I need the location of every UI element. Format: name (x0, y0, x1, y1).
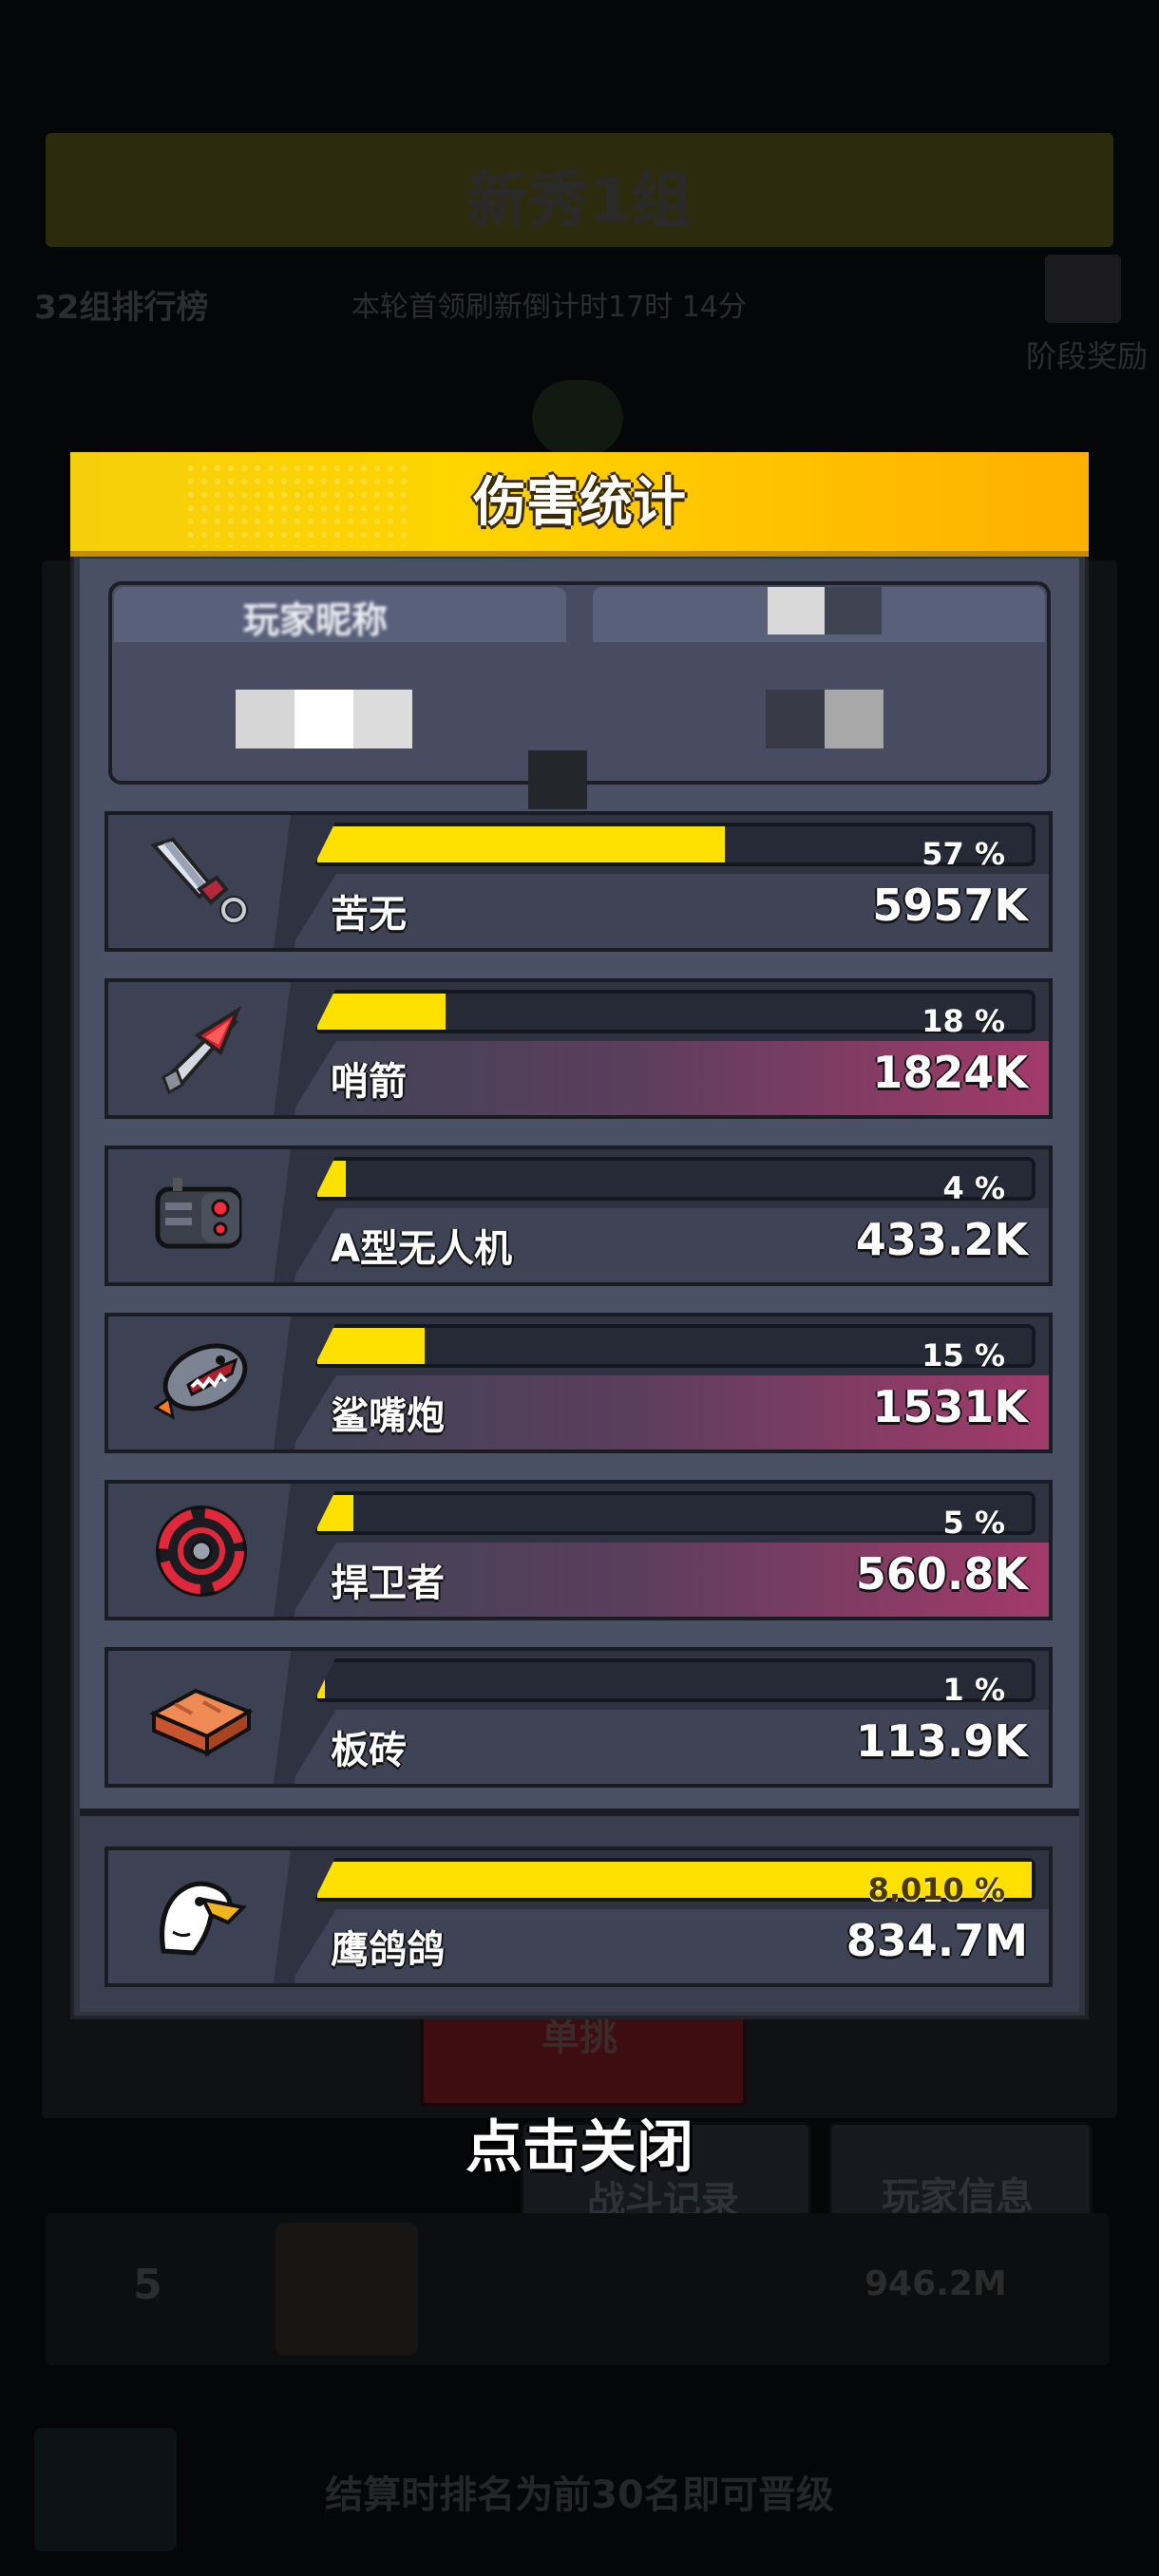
kunai-icon (150, 837, 248, 924)
stat-row-pet: 8,010 % 鹰鸽鸽 834.7M (104, 1847, 1053, 1987)
damage-bar: 4 % (314, 1157, 1036, 1201)
player-nick-label: 玩家昵称 (243, 599, 389, 641)
damage-value: 113.9K (855, 1715, 1028, 1767)
stage-reward-label[interactable]: 阶段奖励 (1026, 332, 1148, 376)
damage-bar-fill (317, 1328, 425, 1364)
weapon-name: 苦无 (331, 893, 407, 937)
footer-hint: 结算时排名为前30名即可晋级 (325, 2473, 834, 2517)
damage-value: 1824K (872, 1047, 1028, 1098)
refresh-timer: 本轮首领刷新倒计时17时 14分 (352, 291, 747, 324)
damage-bar-fill (317, 826, 725, 862)
weapon-name: 板砖 (331, 1729, 407, 1772)
damage-bar: 15 % (314, 1324, 1036, 1368)
stat-row-brick: 1 % 板砖 113.9K (104, 1647, 1053, 1788)
weapon-name: 捍卫者 (331, 1562, 445, 1605)
damage-bar-fill (317, 994, 446, 1030)
whistle-arrow-icon (162, 1006, 242, 1095)
damage-bar: 57 % (314, 823, 1036, 866)
stat-row-drone: 4 % A型无人机 433.2K (104, 1146, 1053, 1286)
stat-row-shark-cannon: 15 % 鲨嘴炮 1531K (104, 1313, 1053, 1453)
weapon-name: A型无人机 (331, 1227, 512, 1271)
eagle-pet-icon (160, 1881, 248, 1956)
damage-value: 5957K (872, 880, 1028, 931)
ranking-row-rank: 5 (133, 2261, 162, 2309)
damage-bar: 1 % (314, 1658, 1036, 1702)
drone-a-icon (155, 1178, 242, 1249)
medal-icon (532, 380, 623, 456)
damage-bar: 5 % (314, 1491, 1036, 1535)
damage-value: 834.7M (846, 1915, 1028, 1966)
weapon-name: 哨箭 (331, 1060, 407, 1104)
stat-row-guardian: 5 % 捍卫者 560.8K (104, 1480, 1053, 1620)
ranking-row-score: 946.2M (864, 2264, 1007, 2303)
brick-icon (149, 1688, 254, 1757)
damage-value: 1531K (872, 1381, 1028, 1432)
stat-row-kunai: 57 % 苦无 5957K (104, 811, 1053, 952)
avatar (276, 2223, 418, 2356)
group-title: 新秀1组 (466, 166, 693, 237)
damage-bar: 18 % (314, 990, 1036, 1033)
gift-icon[interactable] (1045, 255, 1121, 323)
section-divider (80, 1809, 1079, 1816)
close-hint[interactable]: 点击关闭 (0, 2101, 1159, 2184)
rank-list-label[interactable]: 32组排行榜 (34, 281, 208, 328)
stat-row-whistle-arrow: 18 % 哨箭 1824K (104, 978, 1053, 1119)
dialog-title: 伤害统计 (473, 472, 686, 534)
pet-name: 鹰鸽鸽 (331, 1928, 445, 1972)
weapon-name: 鲨嘴炮 (331, 1394, 445, 1438)
damage-value: 560.8K (855, 1548, 1028, 1600)
guardian-icon (156, 1506, 247, 1597)
shark-cannon-icon (153, 1343, 248, 1420)
damage-value: 433.2K (855, 1214, 1028, 1265)
damage-bar: 8,010 % (314, 1858, 1036, 1902)
